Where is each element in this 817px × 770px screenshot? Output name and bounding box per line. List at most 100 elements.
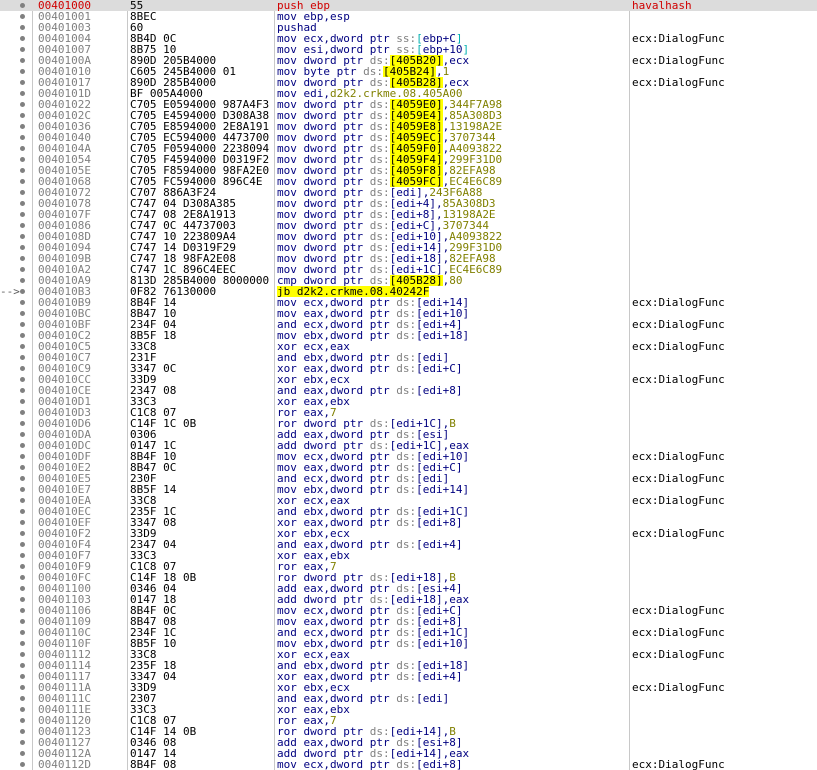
breakpoint-dot-icon[interactable] (20, 47, 25, 52)
instruction-row[interactable]: 00401106 8B4F 0C mov ecx,dword ptr ds:[edi… (0, 605, 817, 616)
breakpoint-dot-icon[interactable] (20, 289, 25, 294)
breakpoint-dot-icon[interactable] (20, 597, 25, 602)
breakpoint-dot-icon[interactable] (20, 146, 25, 151)
instruction-row[interactable]: 00401078 C747 04 D308A385 mov dword ptr ds… (0, 198, 817, 209)
instruction-row[interactable]: 0040107F C747 08 2E8A1913 mov dword ptr ds… (0, 209, 817, 220)
breakpoint-dot-icon[interactable] (20, 652, 25, 657)
breakpoint-dot-icon[interactable] (20, 113, 25, 118)
breakpoint-dot-icon[interactable] (20, 762, 25, 767)
instruction-row[interactable]: 00401004 8B4D 0C mov ecx,dword ptr ss:[ebp… (0, 33, 817, 44)
instruction-row[interactable]: 0040104A C705 F0594000 2238094 mov dword p… (0, 143, 817, 154)
breakpoint-dot-icon[interactable] (20, 91, 25, 96)
breakpoint-dot-icon[interactable] (20, 14, 25, 19)
instruction-row[interactable]: 00401094 C747 14 D0319F29 mov dword ptr ds… (0, 242, 817, 253)
breakpoint-dot-icon[interactable] (20, 190, 25, 195)
instruction-row[interactable]: 004010D1 33C3 xor eax,ebx (0, 396, 817, 407)
breakpoint-dot-icon[interactable] (20, 3, 25, 8)
instruction-row[interactable]: 004010E5 230F and ecx,dword ptr ds:[edi] ec… (0, 473, 817, 484)
breakpoint-dot-icon[interactable] (20, 278, 25, 283)
instruction-row[interactable]: 004010F9 C1C8 07 ror eax,7 (0, 561, 817, 572)
instruction-row[interactable]: 00401040 C705 EC594000 4473700 mov dword p… (0, 132, 817, 143)
instruction-row[interactable]: 004010CE 2347 08 and eax,dword ptr ds:[edi… (0, 385, 817, 396)
breakpoint-dot-icon[interactable] (20, 608, 25, 613)
breakpoint-dot-icon[interactable] (20, 487, 25, 492)
instruction-row[interactable]: 004010CC 33D9 xor ebx,ecx ecx:DialogFunc (0, 374, 817, 385)
breakpoint-dot-icon[interactable] (20, 36, 25, 41)
breakpoint-dot-icon[interactable] (20, 729, 25, 734)
instruction-row[interactable]: 004010FC C14F 18 0B ror dword ptr ds:[edi+… (0, 572, 817, 583)
instruction-row[interactable]: 00401072 C707 886A3F24 mov dword ptr ds:[e… (0, 187, 817, 198)
breakpoint-dot-icon[interactable] (20, 102, 25, 107)
breakpoint-dot-icon[interactable] (20, 212, 25, 217)
breakpoint-dot-icon[interactable] (20, 157, 25, 162)
breakpoint-dot-icon[interactable] (20, 399, 25, 404)
instruction-row[interactable]: 00401120 C1C8 07 ror eax,7 (0, 715, 817, 726)
instruction-row[interactable]: 00401127 0346 08 add eax,dword ptr ds:[esi… (0, 737, 817, 748)
instruction-row[interactable]: 004010EC 235F 1C and ebx,dword ptr ds:[edi… (0, 506, 817, 517)
instruction-row[interactable]: 0040110C 234F 1C and ecx,dword ptr ds:[edi… (0, 627, 817, 638)
instruction-row[interactable]: 00401068 C705 FC594000 896C4E mov dword pt… (0, 176, 817, 187)
breakpoint-dot-icon[interactable] (20, 124, 25, 129)
breakpoint-dot-icon[interactable] (20, 696, 25, 701)
breakpoint-dot-icon[interactable] (20, 80, 25, 85)
instruction-row[interactable]: 004010F7 33C3 xor eax,ebx (0, 550, 817, 561)
breakpoint-dot-icon[interactable] (20, 707, 25, 712)
breakpoint-dot-icon[interactable] (20, 509, 25, 514)
breakpoint-dot-icon[interactable] (20, 322, 25, 327)
instruction-row[interactable]: 00401112 33C8 xor ecx,eax ecx:DialogFunc (0, 649, 817, 660)
instruction-row[interactable]: 00401000 55 push ebp havalhash (0, 0, 817, 11)
breakpoint-dot-icon[interactable] (20, 344, 25, 349)
breakpoint-dot-icon[interactable] (20, 531, 25, 536)
instruction-row[interactable]: 004010A9 813D 285B4000 8000000 cmp dword p… (0, 275, 817, 286)
instruction-row[interactable]: 0040101D BF 005A4000 mov edi,d2k2.crkme.08… (0, 88, 817, 99)
breakpoint-dot-icon[interactable] (20, 168, 25, 173)
breakpoint-dot-icon[interactable] (20, 311, 25, 316)
breakpoint-dot-icon[interactable] (20, 465, 25, 470)
instruction-row[interactable]: 004010B9 8B4F 14 mov ecx,dword ptr ds:[edi… (0, 297, 817, 308)
instruction-row[interactable]: 0040111E 33C3 xor eax,ebx (0, 704, 817, 715)
instruction-row[interactable]: 004010DA 0306 add eax,dword ptr ds:[esi] (0, 429, 817, 440)
instruction-row[interactable]: 004010EA 33C8 xor ecx,eax ecx:DialogFunc (0, 495, 817, 506)
instruction-row[interactable]: 004010A2 C747 1C 896C4EEC mov dword ptr ds… (0, 264, 817, 275)
instruction-row[interactable]: 0040105E C705 F8594000 98FA2E0 mov dword p… (0, 165, 817, 176)
breakpoint-dot-icon[interactable] (20, 377, 25, 382)
instruction-row[interactable]: 004010C7 231F and ebx,dword ptr ds:[edi] (0, 352, 817, 363)
instruction-row[interactable]: 00401054 C705 F4594000 D0319F2 mov dword p… (0, 154, 817, 165)
breakpoint-dot-icon[interactable] (20, 674, 25, 679)
instruction-row[interactable]: 004010F2 33D9 xor ebx,ecx ecx:DialogFunc (0, 528, 817, 539)
breakpoint-dot-icon[interactable] (20, 564, 25, 569)
instruction-row[interactable]: 0040108D C747 10 223809A4 mov dword ptr ds… (0, 231, 817, 242)
instruction-row[interactable]: 004010DF 8B4F 10 mov ecx,dword ptr ds:[edi… (0, 451, 817, 462)
breakpoint-dot-icon[interactable] (20, 267, 25, 272)
breakpoint-dot-icon[interactable] (20, 575, 25, 580)
breakpoint-dot-icon[interactable] (20, 135, 25, 140)
instruction-row[interactable]: 004010D6 C14F 1C 0B ror dword ptr ds:[edi+… (0, 418, 817, 429)
instruction-row[interactable]: 0040111A 33D9 xor ebx,ecx ecx:DialogFunc (0, 682, 817, 693)
breakpoint-dot-icon[interactable] (20, 718, 25, 723)
breakpoint-dot-icon[interactable] (20, 388, 25, 393)
instruction-row[interactable]: 004010BF 234F 04 and ecx,dword ptr ds:[edi… (0, 319, 817, 330)
instruction-row[interactable]: 00401114 235F 18 and ebx,dword ptr ds:[edi… (0, 660, 817, 671)
instruction-row[interactable]: 0040112D 8B4F 08 mov ecx,dword ptr ds:[edi… (0, 759, 817, 770)
breakpoint-dot-icon[interactable] (20, 619, 25, 624)
breakpoint-dot-icon[interactable] (20, 355, 25, 360)
breakpoint-dot-icon[interactable] (20, 520, 25, 525)
breakpoint-dot-icon[interactable] (20, 256, 25, 261)
breakpoint-dot-icon[interactable] (20, 663, 25, 668)
instruction-row[interactable]: 004010C5 33C8 xor ecx,eax ecx:DialogFunc (0, 341, 817, 352)
instruction-row[interactable]: 00401123 C14F 14 0B ror dword ptr ds:[edi+… (0, 726, 817, 737)
breakpoint-dot-icon[interactable] (20, 245, 25, 250)
breakpoint-dot-icon[interactable] (20, 443, 25, 448)
breakpoint-dot-icon[interactable] (20, 201, 25, 206)
breakpoint-dot-icon[interactable] (20, 553, 25, 558)
breakpoint-dot-icon[interactable] (20, 25, 25, 30)
instruction-row[interactable]: 0040102C C705 E4594000 D308A38 mov dword p… (0, 110, 817, 121)
instruction-row[interactable]: 00401100 0346 04 add eax,dword ptr ds:[esi… (0, 583, 817, 594)
breakpoint-dot-icon[interactable] (20, 366, 25, 371)
breakpoint-dot-icon[interactable] (20, 498, 25, 503)
instruction-row[interactable]: 00401036 C705 E8594000 2E8A191 mov dword p… (0, 121, 817, 132)
breakpoint-dot-icon[interactable] (20, 234, 25, 239)
breakpoint-dot-icon[interactable] (20, 751, 25, 756)
breakpoint-dot-icon[interactable] (20, 641, 25, 646)
breakpoint-dot-icon[interactable] (20, 333, 25, 338)
